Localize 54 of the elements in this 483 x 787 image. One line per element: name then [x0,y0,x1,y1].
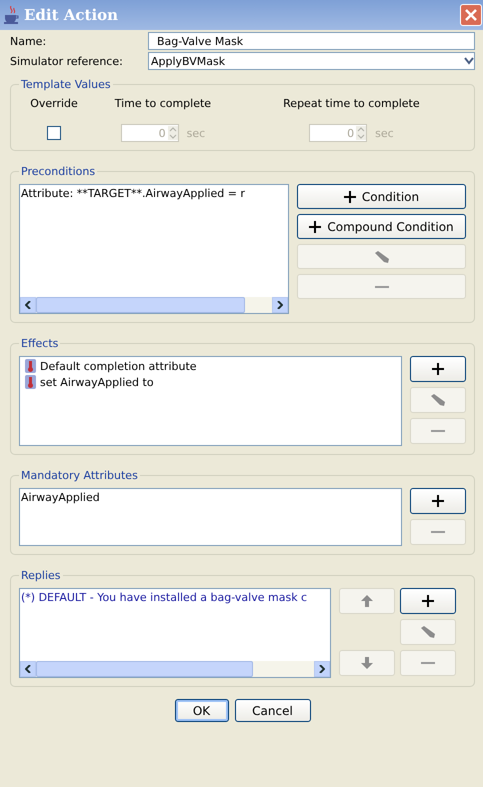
list-item[interactable]: Default completion attribute [21,359,400,373]
plus-icon [432,495,444,507]
add-button[interactable]: Condition [297,184,466,209]
attributes-list[interactable]: AirwayApplied [19,488,402,546]
add-button[interactable] [410,356,466,382]
plus-icon [422,595,434,607]
replies-list[interactable]: (*) DEFAULT - You have installed a bag-valve mask c [19,588,331,678]
list-item[interactable]: AirwayApplied [21,491,400,504]
horizontal-scrollbar[interactable] [20,661,330,677]
pencil-icon [430,394,446,406]
list-item[interactable]: set AirwayApplied to [21,375,400,389]
column-label: Repeat time to complete [283,97,420,110]
unit-label: sec [375,126,394,140]
down-arrow-icon [361,657,373,669]
cancel-button[interactable]: Cancel [234,699,310,722]
plus-icon [432,363,444,375]
unit-label: sec [186,126,206,140]
group-title: Template Values [20,78,112,91]
minus-icon [421,662,435,664]
add-button[interactable] [400,588,456,614]
thermometer-icon [25,375,36,389]
spinner-arrows-icon [168,126,178,140]
group-title: Mandatory Attributes [20,469,139,482]
name-field[interactable]: Bag-Valve Mask [148,32,475,50]
column-label: Time to complete [114,97,212,110]
minus-icon [374,286,388,288]
group-title: Replies [20,569,62,582]
pencil-icon [374,250,390,262]
add-button[interactable] [410,488,466,514]
plus-icon [309,220,322,232]
spinner-arrows-icon [356,126,366,140]
pencil-icon [420,626,436,638]
close-button[interactable] [460,4,482,26]
simulator-reference-dropdown[interactable]: ApplyBVMask [148,52,475,70]
field-label: Simulator reference: [10,54,124,68]
thermometer-icon [25,359,36,373]
group-title: Effects [20,337,60,350]
window-title: Edit Action [24,6,120,24]
list-item[interactable]: Attribute: **TARGET**.AirwayApplied = r [21,187,287,200]
effects-list[interactable]: Default completion attribute set AirwayApplied to [19,356,402,446]
group-title: Preconditions [20,165,96,178]
horizontal-scrollbar[interactable] [20,297,288,313]
up-arrow-icon [361,595,373,607]
ok-button[interactable]: OK [174,699,228,722]
add-button[interactable]: Compound Condition [297,214,466,239]
minus-icon [431,430,445,432]
plus-icon [344,190,356,202]
column-label: Override [30,97,78,110]
list-item[interactable]: (*) DEFAULT - You have installed a bag-valve mask c [21,591,329,604]
minus-icon [431,531,445,533]
coffee-cup-icon [4,6,20,24]
preconditions-list[interactable]: Attribute: **TARGET**.AirwayApplied = r [19,184,289,314]
close-icon [465,9,477,21]
field-label: Name: [10,34,48,48]
